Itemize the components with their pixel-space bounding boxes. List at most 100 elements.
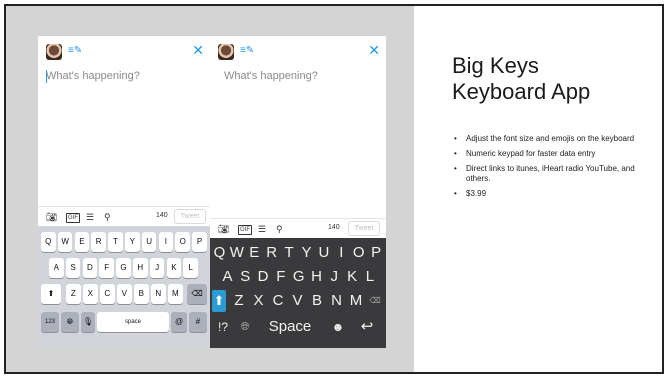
camera-icon[interactable]: 📷︎ [46, 211, 57, 223]
feature-list: • Adjust the font size and emojis on the … [452, 134, 652, 204]
key-z[interactable]: Z [230, 290, 248, 312]
key-l[interactable]: L [183, 258, 198, 278]
key-k[interactable]: K [344, 266, 361, 288]
avatar[interactable] [218, 44, 234, 60]
key-h[interactable]: H [308, 266, 325, 288]
emoji-icon[interactable]: ☻ [328, 316, 348, 338]
key-f[interactable]: F [99, 258, 114, 278]
key-p[interactable]: P [368, 242, 385, 264]
keyboard-row-2: ASDFGHJKL [210, 266, 386, 288]
text-panel: Big Keys Keyboard App • Adjust the font s… [414, 6, 662, 372]
key-c[interactable]: C [269, 290, 287, 312]
key-t[interactable]: T [108, 232, 123, 252]
poll-icon[interactable]: ☰ [258, 223, 266, 235]
key-n[interactable]: N [328, 290, 346, 312]
gif-icon[interactable]: GIF [66, 213, 80, 223]
feature-item: • Direct links to itunes, iHeart radio Yo… [454, 164, 635, 183]
key-z[interactable]: Z [66, 284, 81, 304]
keyboard-row-2: ASDFGHJKL [38, 258, 210, 280]
backspace-key[interactable]: ⌫ [187, 284, 207, 304]
character-count: 140 [328, 224, 340, 231]
close-icon[interactable]: ✕ [368, 42, 380, 58]
standard-keyboard: QWERTYUIOP ASDFGHJKL ⬆ ⌫ ZXCVBNM 123 🌐︎ … [38, 226, 210, 348]
key-a[interactable]: A [219, 266, 236, 288]
backspace-icon[interactable]: ⌫ [368, 290, 382, 312]
key-r[interactable]: R [263, 242, 280, 264]
key-k[interactable]: K [166, 258, 182, 278]
location-pin-icon[interactable]: ⚲ [104, 211, 111, 223]
key-y[interactable]: Y [125, 232, 140, 252]
keyboard-row-3: ⬆ ⌫ ZXCVBNM [210, 290, 386, 312]
key-b[interactable]: B [308, 290, 326, 312]
tweet-button[interactable]: Tweet [348, 221, 380, 236]
compose-input[interactable]: What's happening? [224, 70, 318, 82]
key-u[interactable]: U [141, 232, 157, 252]
symbols-key[interactable]: !? [214, 316, 232, 338]
compose-toolbar: 📷︎ GIF ☰ ⚲ 140 Tweet [210, 218, 386, 238]
key-l[interactable]: L [361, 266, 378, 288]
key-w[interactable]: W [228, 242, 245, 264]
key-c[interactable]: C [100, 284, 115, 304]
shift-key[interactable]: ⬆ [41, 284, 61, 304]
key-d[interactable]: D [255, 266, 272, 288]
compose-header: ≡✎ ✕ [38, 36, 210, 66]
key-x[interactable]: X [250, 290, 268, 312]
key-m[interactable]: M [168, 284, 183, 304]
key-o[interactable]: O [350, 242, 367, 264]
compose-input[interactable]: What's happening? [46, 70, 140, 82]
key-u[interactable]: U [315, 242, 332, 264]
space-key[interactable]: space [97, 312, 169, 332]
shift-arrow-icon[interactable]: ⬆ [212, 290, 226, 312]
avatar[interactable] [46, 44, 62, 60]
key-r[interactable]: R [91, 232, 106, 252]
poll-icon[interactable]: ☰ [86, 211, 94, 223]
key-e[interactable]: E [74, 232, 90, 252]
key-p[interactable]: P [192, 232, 207, 252]
key-f[interactable]: F [272, 266, 289, 288]
key-t[interactable]: T [281, 242, 298, 264]
tweet-button[interactable]: Tweet [174, 209, 206, 224]
globe-icon[interactable]: 🌐︎ [236, 316, 254, 338]
location-pin-icon[interactable]: ⚲ [276, 223, 283, 235]
key-o[interactable]: O [175, 232, 190, 252]
key-j[interactable]: J [326, 266, 343, 288]
camera-icon[interactable]: 📷︎ [218, 223, 229, 235]
numbers-key[interactable]: 123 [41, 312, 59, 332]
return-icon[interactable]: ↩ [356, 316, 378, 338]
key-n[interactable]: N [151, 284, 166, 304]
hash-key[interactable]: # [189, 312, 207, 332]
key-g[interactable]: G [290, 266, 307, 288]
slide-title: Big Keys Keyboard App [452, 53, 590, 105]
slide: ≡✎ ✕ What's happening? 📷︎ GIF ☰ ⚲ 140 Tw… [4, 4, 664, 374]
at-key[interactable]: @ [171, 312, 187, 332]
keyboard-row-4: 123 🌐︎ 🎙︎ space @ # [38, 312, 210, 334]
key-a[interactable]: A [49, 258, 64, 278]
key-w[interactable]: W [57, 232, 73, 252]
key-i[interactable]: I [333, 242, 350, 264]
key-s[interactable]: S [65, 258, 81, 278]
space-key[interactable]: Space [258, 316, 322, 338]
gif-icon[interactable]: GIF [238, 225, 252, 235]
drafts-icon[interactable]: ≡✎ [240, 45, 254, 56]
key-i[interactable]: I [158, 232, 174, 252]
key-q[interactable]: Q [41, 232, 56, 252]
key-h[interactable]: H [133, 258, 148, 278]
close-icon[interactable]: ✕ [192, 42, 204, 58]
globe-icon[interactable]: 🌐︎ [61, 312, 79, 332]
microphone-icon[interactable]: 🎙︎ [81, 312, 95, 332]
key-m[interactable]: M [347, 290, 365, 312]
keyboard-row-4: !? 🌐︎ Space ☻ ↩ [210, 316, 386, 338]
drafts-icon[interactable]: ≡✎ [68, 45, 82, 56]
key-g[interactable]: G [116, 258, 131, 278]
key-j[interactable]: J [149, 258, 165, 278]
key-s[interactable]: S [237, 266, 254, 288]
bullet-dot: • [454, 189, 457, 198]
key-q[interactable]: Q [211, 242, 228, 264]
key-e[interactable]: E [246, 242, 263, 264]
key-d[interactable]: D [82, 258, 98, 278]
key-b[interactable]: B [134, 284, 149, 304]
key-v[interactable]: V [289, 290, 307, 312]
key-v[interactable]: V [117, 284, 132, 304]
key-x[interactable]: X [83, 284, 98, 304]
key-y[interactable]: Y [298, 242, 315, 264]
